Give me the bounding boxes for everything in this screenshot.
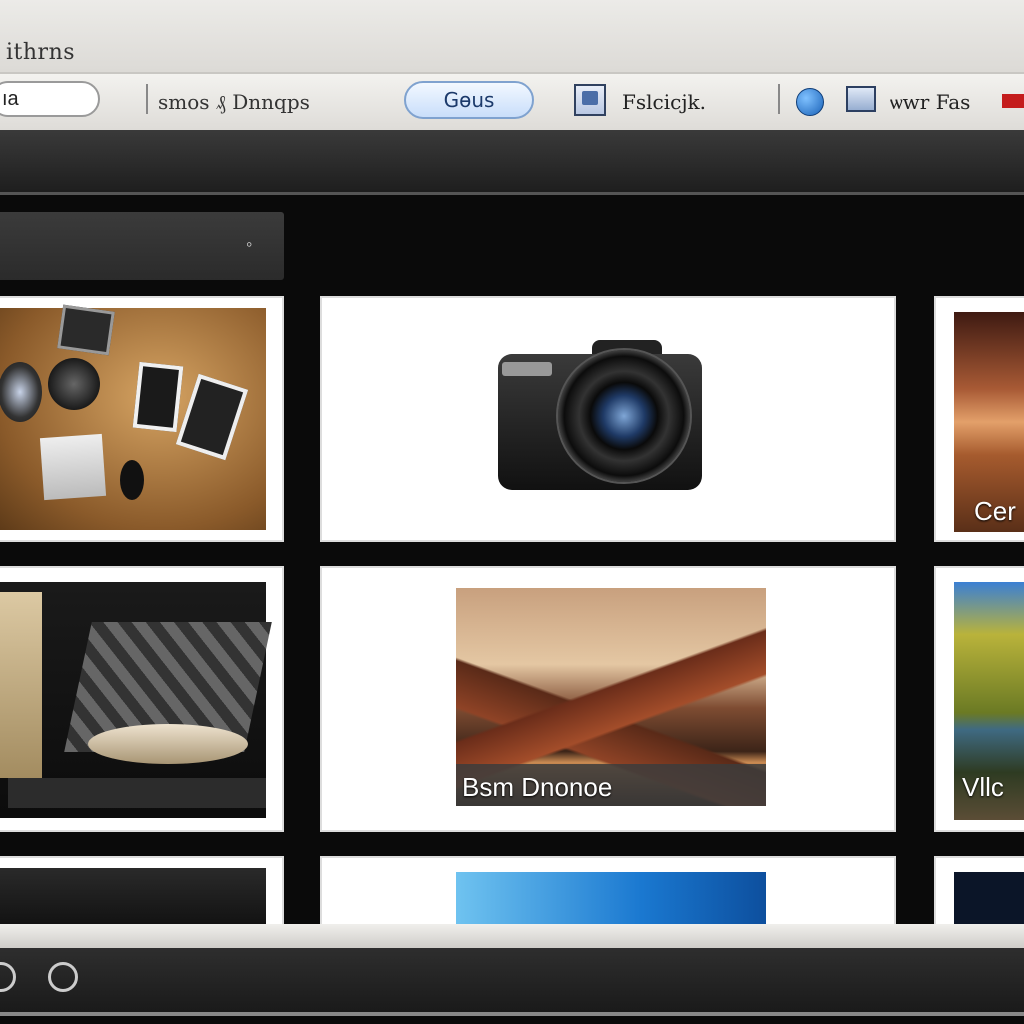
go-button[interactable]: Gѳus xyxy=(404,81,534,119)
mouse-object xyxy=(120,460,144,500)
tile-bottom-right[interactable] xyxy=(934,856,1024,926)
scroll-strip[interactable] xyxy=(0,924,1024,948)
device-object xyxy=(57,304,115,356)
panel-close-icon[interactable]: ◦ xyxy=(246,234,252,255)
toolbar-separator xyxy=(778,84,780,114)
tile-caption: Bsm Dnonoe xyxy=(462,772,613,802)
file-icon[interactable] xyxy=(574,84,606,116)
tablet-object xyxy=(175,373,249,461)
view-menu[interactable]: ѡwr Fas xyxy=(890,90,970,115)
settings-icon[interactable] xyxy=(0,962,16,992)
mouse-object xyxy=(88,724,248,764)
watch-object xyxy=(48,358,100,410)
tile-caption: Cer xyxy=(974,496,1016,526)
flag-icon[interactable] xyxy=(1002,94,1024,108)
toolbar-separator xyxy=(146,84,148,114)
tile-caption: Vllc xyxy=(962,772,1004,802)
content-header xyxy=(0,130,1024,195)
app-title: ithrns xyxy=(6,40,76,65)
panel-header: ◦ xyxy=(0,212,284,280)
desk-photo xyxy=(0,304,266,530)
desk-edge xyxy=(8,778,266,808)
toolbar: ıa smos ₰ Dnnqps Gѳus Fslcicjk. ѡwr Fas xyxy=(0,72,1024,132)
bottom-middle-photo xyxy=(456,872,766,924)
camera-lens-icon xyxy=(558,350,690,482)
search-input[interactable]: ıa xyxy=(0,81,100,117)
tile-bottom-middle[interactable] xyxy=(320,856,896,926)
camera-flash xyxy=(502,362,552,376)
tile-valley-river[interactable]: Bsm Dnonoe xyxy=(320,566,896,832)
tile-bottom-left[interactable] xyxy=(0,856,284,926)
title-bar: ithrns xyxy=(0,0,1024,72)
bottom-right-photo xyxy=(954,872,1024,924)
status-bar xyxy=(0,948,1024,1016)
nav-path[interactable]: smos ₰ Dnnqps xyxy=(158,90,310,115)
bottom-left-photo xyxy=(0,868,266,924)
tile-keyboard[interactable] xyxy=(0,566,284,832)
image-icon[interactable] xyxy=(846,86,876,112)
tile-desk-gadgets[interactable] xyxy=(0,296,284,542)
globe-icon[interactable] xyxy=(796,88,824,116)
keyboard-photo xyxy=(0,582,272,818)
phone-object xyxy=(132,361,184,433)
tile-green-hills[interactable]: Vllc xyxy=(934,566,1024,832)
notebook-object xyxy=(39,433,107,501)
file-menu[interactable]: Fslcicjk. xyxy=(622,90,706,114)
tile-camera[interactable] xyxy=(320,296,896,542)
box-object xyxy=(0,592,42,778)
lens-object xyxy=(0,362,42,422)
refresh-icon[interactable] xyxy=(48,962,78,992)
tile-desert-sunset[interactable]: Cer xyxy=(934,296,1024,542)
